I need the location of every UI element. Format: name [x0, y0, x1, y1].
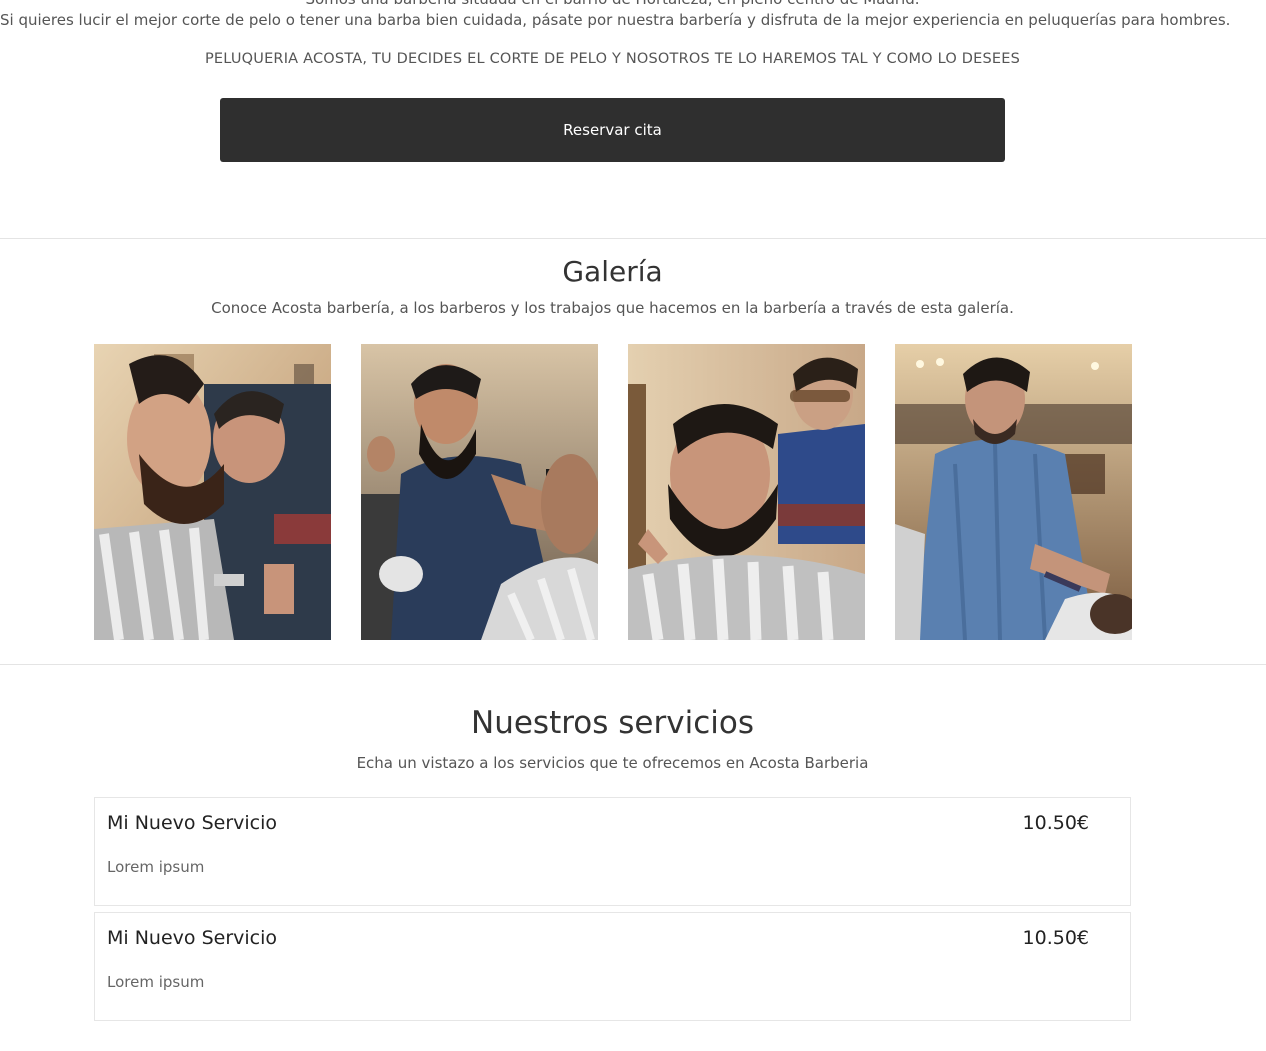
service-card[interactable]: Mi Nuevo Servicio 10.50€ Lorem ipsum — [94, 912, 1131, 1021]
service-description: Lorem ipsum — [107, 973, 205, 991]
service-name: Mi Nuevo Servicio — [107, 812, 277, 834]
gallery-grid — [94, 344, 1132, 640]
section-divider — [0, 238, 1266, 239]
service-name: Mi Nuevo Servicio — [107, 927, 277, 949]
services-subtitle: Echa un vistazo a los servicios que te o… — [356, 754, 869, 772]
intro-paragraph: Si quieres lucir el mejor corte de pelo … — [0, 11, 1231, 29]
intro-tagline: PELUQUERIA ACOSTA, TU DECIDES EL CORTE D… — [204, 51, 1021, 67]
gallery-subtitle: Conoce Acosta barbería, a los barberos y… — [211, 299, 1014, 317]
service-price: 10.50€ — [1022, 927, 1089, 949]
gallery-photo-4[interactable] — [895, 344, 1132, 640]
service-price: 10.50€ — [1022, 812, 1089, 834]
service-card[interactable]: Mi Nuevo Servicio 10.50€ Lorem ipsum — [94, 797, 1131, 906]
gallery-photo-1[interactable] — [94, 344, 331, 640]
service-description: Lorem ipsum — [107, 858, 205, 876]
book-appointment-button[interactable]: Reservar cita — [220, 98, 1005, 162]
gallery-title: Galería — [562, 255, 663, 288]
gallery-photo-3[interactable] — [628, 344, 865, 640]
services-title: Nuestros servicios — [471, 705, 754, 741]
intro-clipped-line: Somos una barbería situada en el barrio … — [0, 0, 1225, 8]
section-divider — [0, 664, 1266, 665]
gallery-photo-2[interactable] — [361, 344, 598, 640]
